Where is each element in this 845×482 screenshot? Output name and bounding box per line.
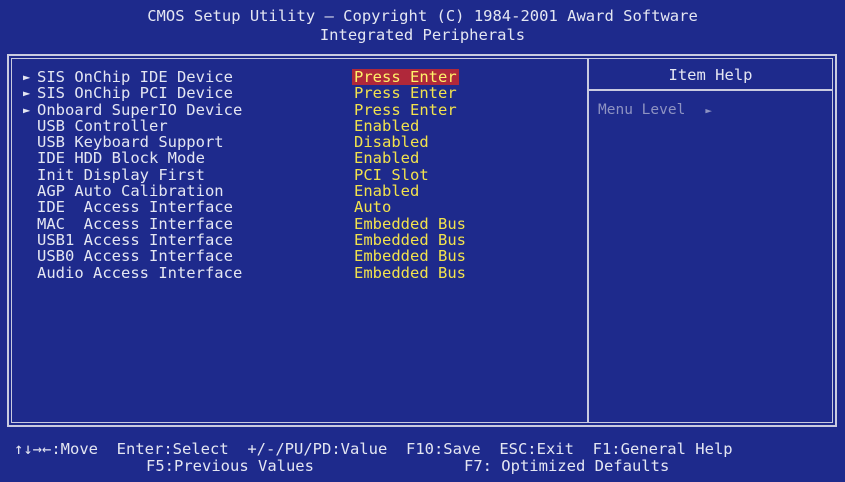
submenu-arrow-icon: ► (23, 102, 31, 117)
setting-label: USB Keyboard Support (37, 133, 224, 152)
submenu-arrow-icon: ► (23, 86, 31, 101)
main-frame: ► SIS OnChip IDE Device Press Enter ► SIS On… (7, 54, 837, 427)
page-title: Integrated Peripherals (319, 26, 526, 44)
setting-label: Init Display First (37, 165, 205, 184)
setting-label: USB1 Access Interface (37, 230, 233, 249)
setting-row[interactable]: ► SIS OnChip IDE Device Press Enter (23, 69, 583, 85)
move-hint: ↑↓→←:Move (14, 440, 98, 458)
setting-row[interactable]: AGP Auto Calibration Enabled (23, 182, 583, 201)
submenu-arrow-icon: ► (23, 70, 31, 84)
help-separator (589, 89, 832, 91)
key-legend-line-1: ↑↓→←:Move Enter:Select +/-/PU/PD:Value F… (14, 441, 844, 458)
key-legend-line-2: F5:Previous Values F7: Optimized Defaults (14, 458, 844, 475)
setting-row[interactable]: MAC Access Interface Embedded Bus (23, 214, 583, 233)
setting-label: SIS OnChip IDE Device (37, 68, 233, 86)
exit-hint: ESC:Exit (499, 440, 574, 458)
setting-value[interactable]: Enabled (352, 183, 421, 200)
setting-label: USB0 Access Interface (37, 247, 233, 266)
optimized-defaults-hint: F7: Optimized Defaults (463, 457, 670, 475)
setting-row[interactable]: IDE Access Interface Auto (23, 198, 583, 217)
setting-value[interactable]: PCI Slot (352, 166, 431, 183)
setting-label: MAC Access Interface (37, 214, 233, 233)
setting-row[interactable]: USB Keyboard Support Disabled (23, 133, 583, 152)
setting-label: IDE Access Interface (37, 198, 233, 217)
setting-label: USB Controller (37, 116, 168, 135)
item-help-body: Menu Level ► (598, 102, 712, 118)
setting-value[interactable]: Disabled (352, 134, 431, 151)
previous-values-hint: F5:Previous Values (146, 457, 314, 475)
setting-row[interactable]: USB1 Access Interface Embedded Bus (23, 230, 583, 249)
setting-row[interactable]: ► SIS OnChip PCI Device Press Enter (23, 84, 583, 103)
setting-row[interactable]: USB Controller Enabled (23, 116, 583, 135)
setting-row[interactable]: IDE HDD Block Mode Enabled (23, 149, 583, 168)
setting-label: AGP Auto Calibration (37, 182, 224, 201)
setting-value[interactable]: Enabled (352, 118, 421, 135)
select-hint: Enter:Select (116, 440, 229, 458)
panel-divider (587, 59, 589, 422)
setting-row[interactable]: Audio Access Interface Embedded Bus (23, 263, 583, 282)
save-hint: F10:Save (405, 440, 481, 458)
setting-row[interactable]: ► Onboard SuperIO Device Press Enter (23, 100, 583, 119)
app-title: CMOS Setup Utility – Copyright (C) 1984-… (147, 7, 698, 25)
setting-value[interactable]: Press Enter (352, 69, 459, 85)
setting-label: Onboard SuperIO Device (37, 100, 243, 119)
menu-level-label: Menu Level (598, 102, 686, 118)
setting-label: Audio Access Interface (37, 263, 243, 282)
general-help-hint: F1:General Help (592, 440, 733, 458)
setting-label: SIS OnChip PCI Device (37, 84, 233, 103)
main-frame-inner: ► SIS OnChip IDE Device Press Enter ► SIS On… (11, 58, 833, 423)
menu-level-arrow-icon: ► (705, 104, 712, 117)
item-help-title: Item Help (668, 66, 753, 84)
setting-value[interactable]: Auto (352, 199, 393, 216)
setting-value[interactable]: Embedded Bus (352, 215, 468, 232)
setting-row[interactable]: USB0 Access Interface Embedded Bus (23, 247, 583, 266)
setting-value[interactable]: Press Enter (352, 85, 459, 102)
setting-value[interactable]: Press Enter (352, 101, 459, 118)
setting-value[interactable]: Embedded Bus (352, 232, 468, 249)
title-bar: CMOS Setup Utility – Copyright (C) 1984-… (0, 0, 845, 52)
setting-label: IDE HDD Block Mode (37, 149, 205, 168)
setting-value[interactable]: Embedded Bus (352, 264, 468, 281)
setting-row[interactable]: Init Display First PCI Slot (23, 165, 583, 184)
value-hint: +/-/PU/PD:Value (247, 440, 388, 458)
setting-value[interactable]: Enabled (352, 150, 421, 167)
settings-list: ► SIS OnChip IDE Device Press Enter ► SIS On… (23, 69, 583, 281)
key-legend: ↑↓→←:Move Enter:Select +/-/PU/PD:Value F… (14, 441, 844, 475)
setting-value[interactable]: Embedded Bus (352, 248, 468, 265)
